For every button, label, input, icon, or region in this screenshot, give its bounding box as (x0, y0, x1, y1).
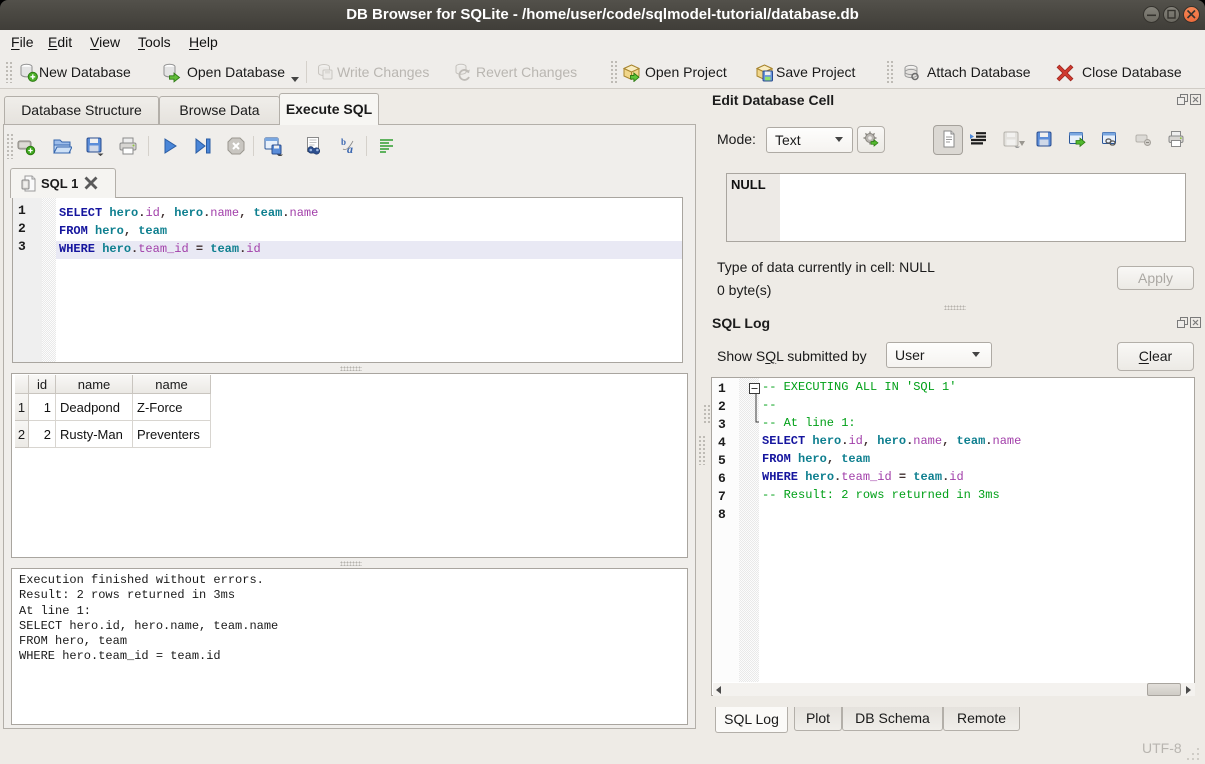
svg-text:a: a (347, 142, 353, 156)
svg-text:b: b (341, 137, 346, 147)
